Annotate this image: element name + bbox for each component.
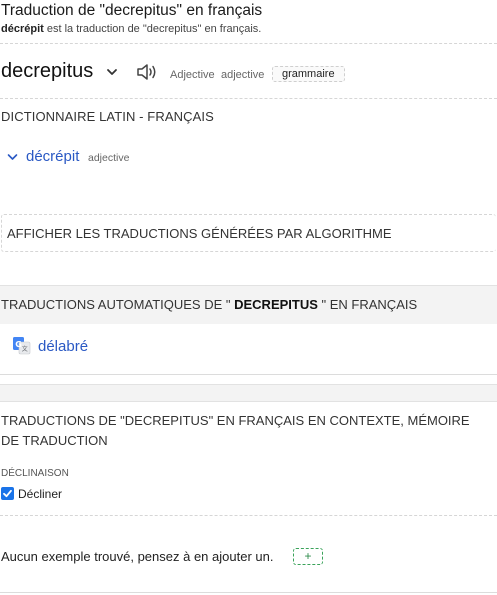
page-subtitle: décrépit est la traduction de "decrepitu… xyxy=(1,23,261,35)
headword: decrepitus xyxy=(1,60,94,82)
pos-label-fr: adjective xyxy=(221,69,265,81)
subtitle-translation: décrépit xyxy=(1,23,44,35)
divider xyxy=(0,515,497,516)
auto-title-prefix: TRADUCTIONS AUTOMATIQUES DE " xyxy=(1,297,235,312)
algorithmic-translations-label[interactable]: AFFICHER LES TRADUCTIONS GÉNÉRÉES PAR AL… xyxy=(7,226,392,241)
decline-checkbox-label[interactable]: Décliner xyxy=(18,487,62,501)
entry-word-link[interactable]: décrépit xyxy=(26,148,79,165)
decline-checkbox[interactable] xyxy=(1,487,14,500)
page-title: Traduction de "decrepitus" en français xyxy=(1,2,263,19)
divider xyxy=(0,374,497,375)
google-translate-icon: G 文 xyxy=(13,337,31,355)
divider xyxy=(0,43,497,44)
checkmark-icon xyxy=(3,489,12,498)
grammar-chip[interactable]: grammaire xyxy=(272,66,345,82)
no-example-text: Aucun exemple trouvé, pensez à en ajoute… xyxy=(1,549,274,564)
svg-text:文: 文 xyxy=(22,345,28,353)
dictionary-title: DICTIONNAIRE LATIN - FRANÇAIS xyxy=(1,109,214,124)
declension-label: DÉCLINAISON xyxy=(1,468,69,479)
subtitle-text: est la traduction de "decrepitus" en fra… xyxy=(43,23,262,35)
context-translations-title: TRADUCTIONS DE "DECREPITUS" EN FRANÇAIS … xyxy=(1,413,470,448)
pos-label: Adjective xyxy=(170,69,215,81)
auto-translation-link[interactable]: délabré xyxy=(38,338,88,355)
chevron-down-icon[interactable] xyxy=(106,66,118,78)
speaker-icon[interactable] xyxy=(136,62,158,82)
add-example-button[interactable]: + xyxy=(293,548,323,565)
section-separator xyxy=(0,384,497,402)
divider xyxy=(0,592,497,593)
chevron-down-icon[interactable] xyxy=(7,152,18,162)
divider xyxy=(0,98,497,99)
auto-translations-title: TRADUCTIONS AUTOMATIQUES DE " DECREPITUS… xyxy=(1,297,417,312)
entry-pos: adjective xyxy=(88,152,130,164)
auto-title-word: DECREPITUS xyxy=(234,297,318,312)
auto-title-suffix: " EN FRANÇAIS xyxy=(317,297,418,312)
